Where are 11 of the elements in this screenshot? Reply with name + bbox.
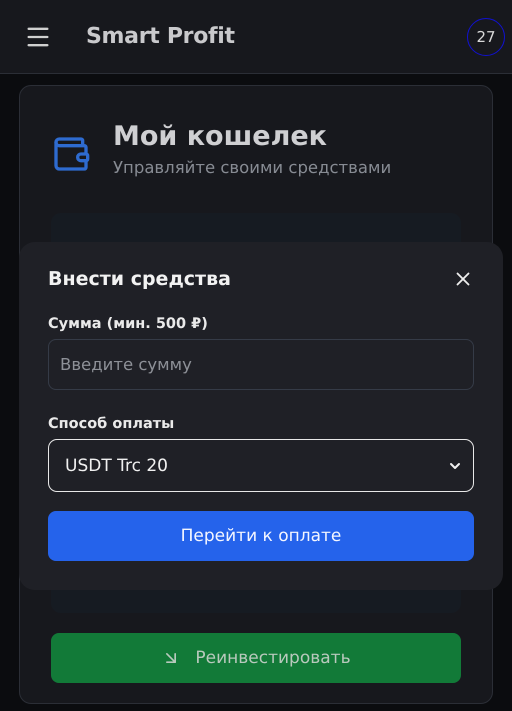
pay-button[interactable]: Перейти к оплате (48, 511, 474, 561)
day-counter-badge: 27 (467, 18, 505, 56)
amount-field[interactable]: Введите сумму (48, 339, 474, 390)
payment-method-select[interactable]: USDT Trc 20 (48, 439, 474, 492)
payment-method-label: Способ оплаты (48, 416, 176, 432)
amount-label: Сумма (мин. 500 ₽) (48, 316, 209, 332)
app-title: Smart Profit (86, 24, 236, 49)
reinvest-button[interactable]: Реинвестировать (51, 632, 461, 683)
wallet-title: Мой кошелек (113, 122, 328, 152)
dialog-title: Внести средства (48, 268, 231, 290)
wallet-subtitle: Управляйте своими средствами (113, 158, 392, 177)
